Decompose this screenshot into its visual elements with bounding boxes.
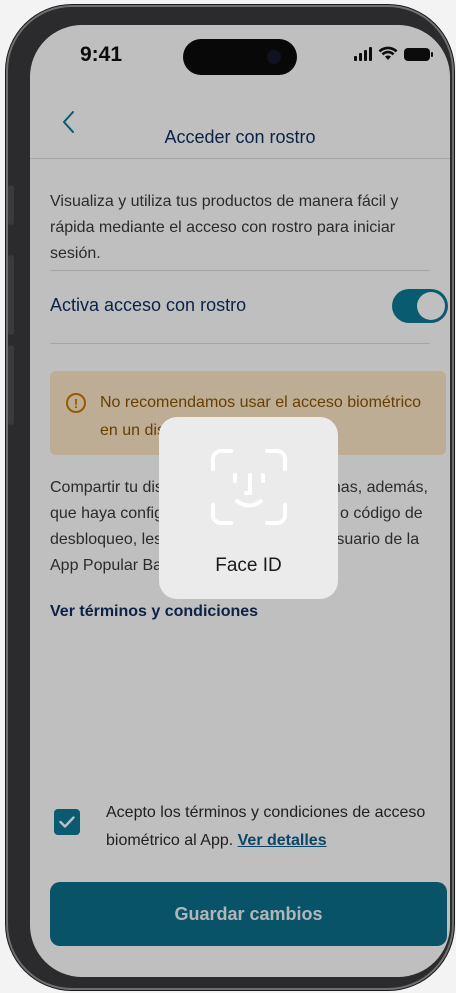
- phone-frame: 9:41 Acceder con rostro Visualiza y util…: [6, 5, 454, 990]
- faceid-dialog: Face ID: [159, 417, 338, 599]
- side-button: [8, 185, 14, 225]
- faceid-icon: [211, 449, 287, 525]
- volume-down-button: [8, 345, 14, 425]
- faceid-label: Face ID: [215, 555, 282, 576]
- volume-up-button: [8, 255, 14, 335]
- screen: 9:41 Acceder con rostro Visualiza y util…: [30, 25, 450, 977]
